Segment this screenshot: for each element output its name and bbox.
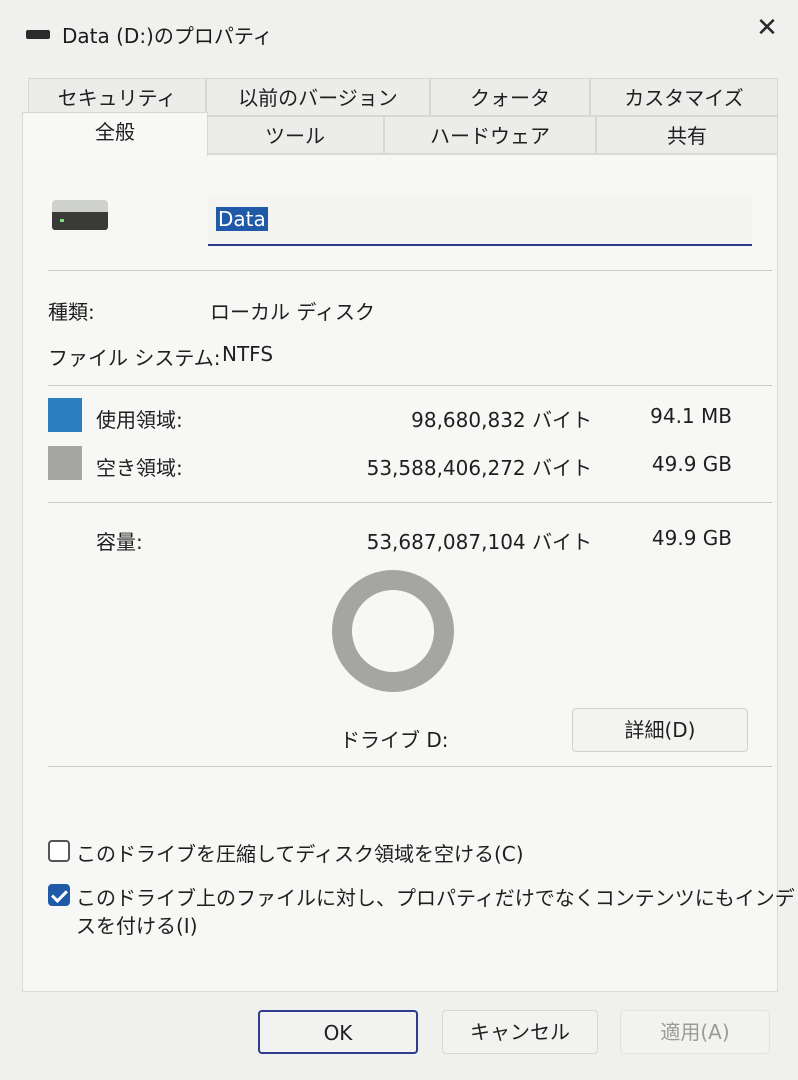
close-button[interactable]: ✕ — [744, 10, 790, 46]
used-space-bytes: 98,680,832 バイト — [411, 408, 592, 432]
index-contents-label-line2: スを付ける(I) — [76, 914, 198, 938]
index-contents-label-line1: このドライブ上のファイルに対し、プロパティだけでなくコンテンツにもインデック — [76, 886, 798, 910]
type-label: 種類: — [48, 300, 95, 324]
title-bar: Data (D:)のプロパティ ✕ — [0, 0, 798, 62]
tab-quota[interactable]: クォータ — [430, 78, 590, 116]
divider — [48, 766, 772, 767]
usage-donut-chart — [332, 570, 454, 692]
tab-tools[interactable]: ツール — [206, 116, 384, 154]
tab-customize[interactable]: カスタマイズ — [590, 78, 778, 116]
tab-general[interactable]: 全般 — [22, 112, 208, 156]
drive-name-text: Data — [216, 207, 268, 231]
tab-previous-versions[interactable]: 以前のバージョン — [206, 78, 430, 116]
tab-sharing[interactable]: 共有 — [596, 116, 778, 154]
disk-cleanup-details-button[interactable]: 詳細(D) — [572, 708, 748, 752]
used-space-size: 94.1 MB — [650, 404, 732, 428]
type-value: ローカル ディスク — [210, 300, 375, 324]
used-space-label: 使用領域: — [96, 408, 183, 432]
free-space-size: 49.9 GB — [651, 452, 732, 476]
drive-name-input[interactable]: Data — [208, 196, 752, 246]
ok-button[interactable]: OK — [258, 1010, 418, 1054]
free-space-label: 空き領域: — [96, 456, 183, 480]
capacity-label: 容量: — [96, 530, 143, 554]
cancel-button[interactable]: キャンセル — [442, 1010, 598, 1054]
hard-drive-icon — [52, 200, 108, 230]
filesystem-label: ファイル システム: — [48, 346, 221, 370]
used-space-swatch — [48, 398, 82, 432]
apply-button[interactable]: 適用(A) — [620, 1010, 770, 1054]
divider — [48, 385, 772, 386]
drive-icon — [26, 30, 50, 39]
compress-drive-checkbox[interactable] — [48, 840, 70, 862]
capacity-bytes: 53,687,087,104 バイト — [366, 530, 592, 554]
drive-letter-label: ドライブ D: — [340, 728, 449, 752]
window-title: Data (D:)のプロパティ — [62, 24, 273, 48]
free-space-swatch — [48, 446, 82, 480]
compress-drive-label: このドライブを圧縮してディスク領域を空ける(C) — [76, 842, 524, 866]
tab-security[interactable]: セキュリティ — [28, 78, 206, 116]
free-space-bytes: 53,588,406,272 バイト — [366, 456, 592, 480]
divider — [48, 270, 772, 271]
index-contents-checkbox[interactable] — [48, 884, 70, 906]
filesystem-value: NTFS — [222, 342, 274, 366]
properties-window: Data (D:)のプロパティ ✕ セキュリティ 以前のバージョン クォータ カ… — [0, 0, 798, 1080]
divider — [48, 502, 772, 503]
tab-hardware[interactable]: ハードウェア — [384, 116, 596, 154]
capacity-size: 49.9 GB — [651, 526, 732, 550]
